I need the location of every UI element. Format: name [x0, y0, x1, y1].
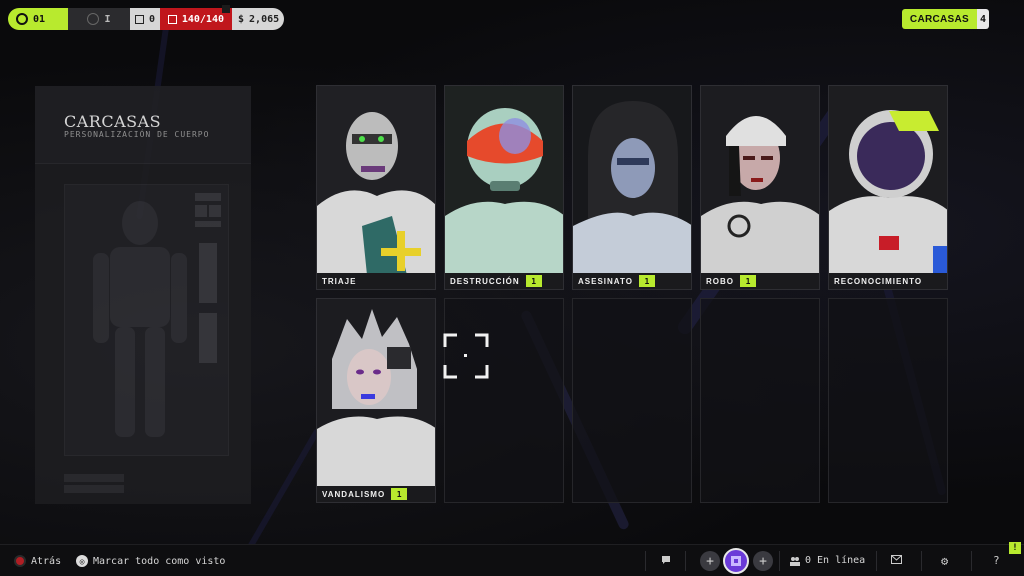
notification-alert[interactable]: ! — [1009, 542, 1021, 554]
card-label: ASESINATO — [578, 276, 633, 286]
collection-title: CARCASAS — [901, 9, 977, 29]
add-party-right-button[interactable]: + — [753, 551, 773, 571]
robo-portrait — [701, 86, 819, 275]
money-value: 2,065 — [249, 13, 280, 25]
top-status-bar: 01 I 0 140/140 $ 2,065 — [8, 5, 284, 30]
card-label-bar: TRIAJE — [317, 273, 435, 289]
divider — [685, 551, 686, 571]
skull-icon — [16, 13, 28, 25]
panel-footer-decoration — [64, 474, 124, 493]
health-value: 140/140 — [181, 13, 224, 25]
cards-pill[interactable]: 0 — [130, 8, 160, 30]
back-label: Atrás — [31, 555, 62, 567]
level-value: 01 — [33, 13, 46, 25]
money-pill[interactable]: $ 2,065 — [232, 8, 284, 30]
card-label-bar: ROBO 1 — [701, 273, 819, 289]
body-silhouette-preview — [64, 184, 229, 456]
vandalismo-portrait — [317, 299, 435, 488]
reconocimiento-portrait — [829, 86, 947, 275]
new-count-badge: 1 — [638, 275, 655, 287]
panel-title: CARCASAS — [64, 112, 162, 131]
bottom-bar: Atrás ◎ Marcar todo como visto + + 0 En … — [0, 544, 1024, 576]
health-pill[interactable]: 140/140 — [160, 5, 232, 30]
health-tag-icon — [222, 5, 230, 13]
card-label: ROBO — [706, 276, 734, 286]
plus-icon: + — [700, 551, 720, 571]
divider — [971, 551, 972, 571]
category-panel: CARCASAS PERSONALIZACIÓN DE CUERPO — [35, 86, 251, 504]
empty-slot — [700, 298, 820, 503]
back-button[interactable]: Atrás — [14, 555, 61, 567]
mark-all-label: Marcar todo como visto — [93, 555, 226, 567]
rank-icon — [87, 13, 100, 25]
card-label: TRIAJE — [322, 276, 357, 286]
mark-key-icon: ◎ — [76, 555, 88, 567]
card-label: DESTRUCCIÓN — [450, 276, 520, 286]
panel-header: CARCASAS PERSONALIZACIÓN DE CUERPO — [35, 86, 251, 164]
settings-button[interactable]: ⚙ — [941, 554, 948, 568]
divider — [876, 551, 877, 571]
selection-cursor-icon — [443, 333, 489, 379]
collection-count: 4 — [977, 9, 989, 29]
card-label-bar: ASESINATO 1 — [573, 273, 691, 289]
friends-online-button[interactable]: 0 En línea — [790, 555, 865, 566]
triaje-portrait — [317, 86, 435, 275]
collection-indicator[interactable]: CARCASAS 4 — [901, 9, 989, 29]
card-label-bar: VANDALISMO 1 — [317, 486, 435, 502]
money-icon: $ — [238, 13, 245, 25]
body-silhouette-icon — [93, 201, 187, 437]
gear-icon: ⚙ — [941, 554, 949, 568]
new-count-badge: 1 — [740, 275, 756, 287]
empty-slot — [572, 298, 692, 503]
level-pill[interactable]: 01 — [8, 8, 68, 30]
asesinato-portrait — [573, 86, 691, 275]
back-key-icon — [14, 555, 26, 567]
rank-value: I — [104, 13, 111, 25]
health-icon — [168, 14, 177, 24]
friends-icon — [790, 556, 800, 566]
plus-icon: + — [753, 551, 773, 571]
card-triaje[interactable]: TRIAJE — [316, 85, 436, 290]
destruccion-portrait — [445, 86, 563, 275]
empty-slot — [828, 298, 948, 503]
panel-subtitle: PERSONALIZACIÓN DE CUERPO — [64, 130, 210, 139]
add-party-left-button[interactable]: + — [700, 551, 720, 571]
card-robo[interactable]: ROBO 1 — [700, 85, 820, 290]
divider — [779, 551, 780, 571]
card-icon — [135, 14, 144, 24]
cards-value: 0 — [148, 13, 155, 25]
card-reconocimiento[interactable]: RECONOCIMIENTO — [828, 85, 948, 290]
mail-icon — [891, 555, 902, 564]
card-label-bar: RECONOCIMIENTO — [829, 273, 947, 289]
rank-pill[interactable]: I — [68, 8, 130, 30]
card-asesinato[interactable]: ASESINATO 1 — [572, 85, 692, 290]
divider — [645, 551, 646, 571]
card-vandalismo[interactable]: VANDALISMO 1 — [316, 298, 436, 503]
new-count-badge: 1 — [391, 488, 408, 500]
glyph-column-icon — [195, 193, 221, 363]
mail-button[interactable] — [891, 555, 902, 564]
chat-button[interactable] — [661, 555, 671, 565]
online-label: 0 En línea — [805, 555, 866, 566]
help-button[interactable]: ? — [993, 554, 1000, 567]
card-label: VANDALISMO — [322, 489, 386, 499]
avatar — [723, 548, 749, 574]
chat-icon — [662, 556, 670, 564]
card-label: RECONOCIMIENTO — [834, 276, 923, 286]
empty-slot — [444, 298, 564, 503]
card-destruccion[interactable]: DESTRUCCIÓN 1 — [444, 85, 564, 290]
divider — [921, 551, 922, 571]
avatar-emblem-icon — [731, 556, 741, 566]
player-avatar[interactable] — [723, 548, 749, 574]
help-icon: ? — [993, 554, 1000, 567]
new-count-badge: 1 — [525, 275, 542, 287]
mark-all-seen-button[interactable]: ◎ Marcar todo como visto — [76, 555, 225, 567]
card-label-bar: DESTRUCCIÓN 1 — [445, 273, 563, 289]
